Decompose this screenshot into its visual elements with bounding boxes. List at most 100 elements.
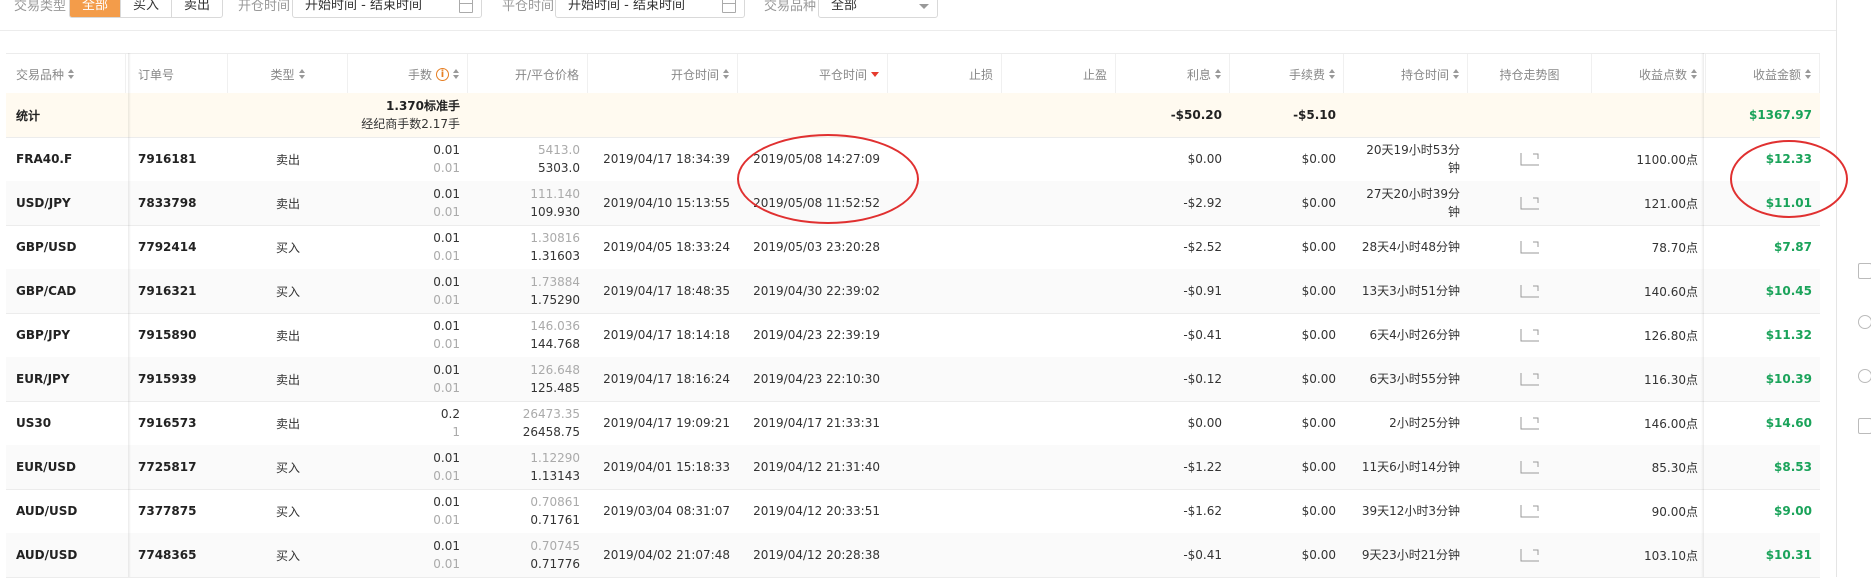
open-time-range-input[interactable]: 开始时间 - 结束时间 [292,0,482,18]
col-open-time-header[interactable]: 开仓时间 [588,54,738,94]
scroll-area-border [1836,0,1837,577]
table-row[interactable]: AUD/USD 7748365 买入 0.01 0.01 0.70745 0.71776 20… [6,533,1820,578]
trend-chart-icon[interactable] [1520,460,1540,474]
table-row[interactable]: FRA40.F 7916181 卖出 0.01 0.01 5413.0 5303.0 2019… [6,137,1820,182]
cell-lots: 0.01 0.01 [348,313,468,357]
col-product-header[interactable]: 交易品种 [6,54,126,94]
table-row[interactable]: AUD/USD 7377875 买入 0.01 0.01 0.70861 0.71761 20… [6,489,1820,534]
cell-hold-time-line1: 13天3小时51分钟 [1361,284,1460,298]
table-row[interactable]: US30 7916573 卖出 0.2 1 26473.35 26458.75 2019/04… [6,401,1820,446]
cell-fee: $0.00 [1301,460,1336,474]
close-time-label: 平仓时间 [502,0,555,14]
cell-trend[interactable] [1468,401,1592,445]
trade-type-sell[interactable]: 卖出 [172,0,222,17]
cell-price: 111.140 109.930 [468,181,588,225]
cell-lots-line2: 0.01 [433,337,460,351]
cell-profit: $7.87 [1774,240,1812,254]
cell-price: 5413.0 5303.0 [468,137,588,181]
cell-price: 1.73884 1.75290 [468,269,588,313]
cell-open-time: 2019/04/17 18:16:24 [603,372,730,386]
cell-interest: -$0.41 [1183,548,1222,562]
cell-type: 买入 [275,504,300,519]
close-time-range-input[interactable]: 开始时间 - 结束时间 [555,0,745,18]
cell-price: 26473.35 26458.75 [468,401,588,445]
cell-lots: 0.01 0.01 [348,533,468,577]
cell-hold-time-line1: 9天23小时21分钟 [1361,548,1460,562]
cell-close-time: 2019/04/12 21:31:40 [753,460,880,474]
cell-product: FRA40.F [16,152,73,166]
cell-trend[interactable] [1468,137,1592,181]
cell-price-line1: 26473.35 [522,407,580,421]
cell-trend[interactable] [1468,533,1592,577]
sort-icon[interactable] [1453,69,1459,79]
col-close-time-header[interactable]: 平仓时间 [738,54,888,94]
cell-trend[interactable] [1468,489,1592,533]
cell-points: 126.80点 [1644,328,1698,343]
cell-trend[interactable] [1468,225,1592,269]
table-row[interactable]: EUR/USD 7725817 买入 0.01 0.01 1.12290 1.13143 20… [6,445,1820,490]
calendar-icon[interactable] [459,0,473,13]
info-icon[interactable]: i [436,67,449,81]
col-fee-header[interactable]: 手续费 [1230,54,1344,94]
fixed-column-shadow [128,53,131,577]
cell-close-time: 2019/04/30 22:39:02 [753,284,880,298]
cell-fee: $0.00 [1301,328,1336,342]
cell-product: GBP/JPY [16,328,71,342]
cell-points: 146.00点 [1644,416,1698,431]
trend-chart-icon[interactable] [1520,416,1540,430]
trend-chart-icon[interactable] [1520,372,1540,386]
cell-trend[interactable] [1468,181,1592,225]
cell-lots: 0.01 0.01 [348,181,468,225]
table-row[interactable]: EUR/JPY 7915939 卖出 0.01 0.01 126.648 125.485 20… [6,357,1820,402]
sort-icon[interactable] [68,69,75,79]
sort-icon[interactable] [298,69,305,79]
help-icon[interactable] [1858,369,1871,383]
trade-type-all[interactable]: 全部 [70,0,122,17]
cell-order: 7915890 [138,328,197,342]
monitor-icon[interactable] [1858,418,1871,434]
cell-open-time: 2019/04/05 18:33:24 [603,240,730,254]
trend-chart-icon[interactable] [1520,196,1540,210]
col-type-header[interactable]: 类型 [228,54,348,94]
cell-trend[interactable] [1468,269,1592,313]
stats-fee: -$5.10 [1293,108,1336,122]
cell-interest: -$0.12 [1183,372,1222,386]
col-hold-time-header[interactable]: 持仓时间 [1344,54,1468,94]
col-interest-header[interactable]: 利息 [1116,54,1230,94]
trend-chart-icon[interactable] [1520,284,1540,298]
col-lots-header[interactable]: 手数 i [348,54,468,94]
col-price-header: 开/平仓价格 [468,54,588,94]
col-profit-header[interactable]: 收益金额 [1706,54,1820,94]
cell-product: GBP/CAD [16,284,77,298]
trend-chart-icon[interactable] [1520,548,1540,562]
trend-chart-icon[interactable] [1520,240,1540,254]
sort-desc-icon[interactable] [871,71,879,77]
sort-icon[interactable] [1805,69,1811,79]
sort-icon[interactable] [723,69,729,79]
document-icon[interactable] [1858,263,1871,279]
col-points-header[interactable]: 收益点数 [1592,54,1706,94]
trade-type-buy[interactable]: 买入 [121,0,173,17]
cell-trend[interactable] [1468,313,1592,357]
sort-icon[interactable] [453,69,459,79]
cell-lots-line2: 0.01 [433,161,460,175]
cell-lots: 0.01 0.01 [348,137,468,181]
table-row[interactable]: GBP/CAD 7916321 买入 0.01 0.01 1.73884 1.75290 20… [6,269,1820,314]
table-row[interactable]: GBP/USD 7792414 买入 0.01 0.01 1.30816 1.31603 20… [6,225,1820,270]
trend-chart-icon[interactable] [1520,152,1540,166]
sort-icon[interactable] [1215,69,1221,79]
table-row[interactable]: GBP/JPY 7915890 卖出 0.01 0.01 146.036 144.768 20… [6,313,1820,358]
trend-chart-icon[interactable] [1520,504,1540,518]
cell-trend[interactable] [1468,445,1592,489]
cell-hold-time-line2: 钟 [1447,205,1460,219]
headset-icon[interactable] [1858,315,1871,329]
calendar-icon[interactable] [722,0,736,13]
table-row[interactable]: USD/JPY 7833798 卖出 0.01 0.01 111.140 109.930 20… [6,181,1820,226]
cell-close-time: 2019/05/08 14:27:09 [753,152,880,166]
sort-icon[interactable] [1691,69,1697,79]
trend-chart-icon[interactable] [1520,328,1540,342]
product-select[interactable]: 全部 [818,0,938,18]
cell-price: 1.30816 1.31603 [468,225,588,269]
cell-trend[interactable] [1468,357,1592,401]
sort-icon[interactable] [1329,69,1335,79]
